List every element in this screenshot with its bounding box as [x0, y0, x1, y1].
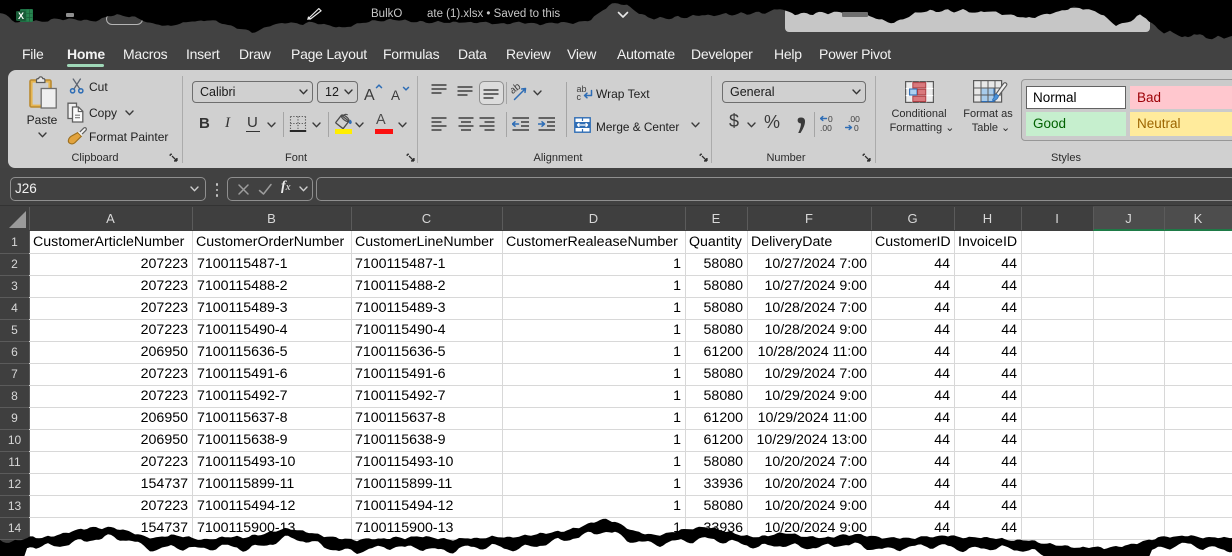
svg-text:A: A	[391, 88, 400, 103]
svg-text:0: 0	[854, 123, 859, 132]
svg-text:.00: .00	[820, 123, 832, 132]
svg-text:A: A	[364, 87, 375, 103]
svg-text:ab: ab	[511, 83, 523, 97]
svg-text:X: X	[18, 11, 24, 21]
svg-text:c: c	[577, 92, 582, 101]
